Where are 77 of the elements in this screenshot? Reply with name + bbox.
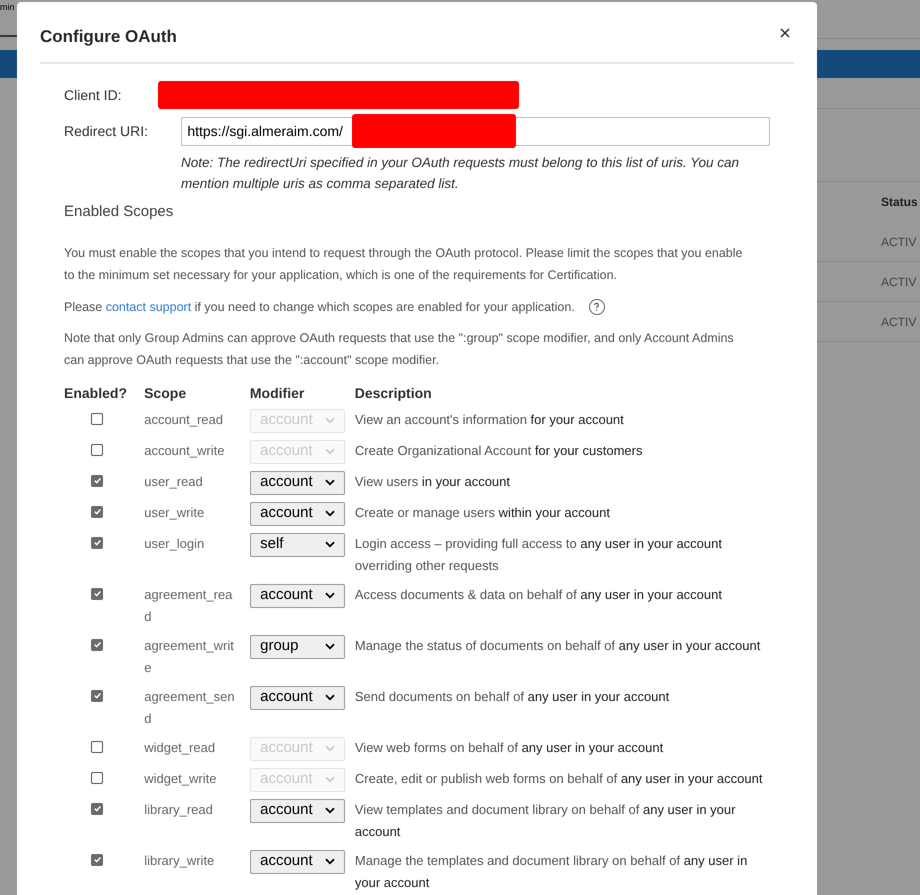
enabled-checkbox[interactable]: [91, 638, 104, 650]
help-icon[interactable]: [588, 298, 605, 314]
scope-name: agreement_send: [144, 688, 236, 728]
scope-description: Login access – providing full access to any user in your account overriding other requests: [354, 534, 723, 575]
redirect-uri-field[interactable]: https://sgi.almeraim.com/: [181, 116, 770, 146]
modifier-dropdown[interactable]: account: [250, 470, 346, 494]
page-tab[interactable]: min: [0, 2, 16, 12]
scope-description: Manage the status of documents on behalf of any user in your account: [354, 636, 762, 655]
modifier-dropdown[interactable]: account: [250, 850, 346, 874]
scope-name: widget_read: [144, 738, 216, 757]
modifier-dropdown[interactable]: account: [250, 798, 346, 822]
section-title: Enabled Scopes: [64, 202, 174, 222]
scope-description: View users in your account: [354, 472, 512, 491]
column-header: Description: [354, 384, 432, 400]
scope-description: Create, edit or publish web forms on behalf of any user in your account: [354, 770, 764, 788]
field-label: Redirect URI:: [64, 122, 150, 140]
chevron-icon: [325, 541, 336, 548]
enabled-checkbox[interactable]: [91, 444, 104, 456]
field-label: Client ID:: [64, 86, 123, 104]
chevron-icon: [325, 643, 336, 650]
chevron-icon: [325, 448, 336, 455]
scope-name: account_write: [144, 442, 226, 460]
chevron-icon: [325, 776, 336, 783]
note-text: Note: The redirectUri specified in your OAuth requests must belong to this list of uris. You can mention multiple uris as comma separated list.: [181, 154, 740, 193]
modifier-dropdown[interactable]: group: [250, 634, 346, 658]
scope-name: user_write: [144, 504, 206, 522]
column-header: Scope: [144, 384, 186, 400]
scope-description: View templates and document library on behalf of any user in your account: [354, 800, 736, 840]
scope-description: View web forms on behalf of any user in your account: [354, 738, 664, 757]
scope-name: user_read: [144, 472, 204, 491]
scope-name: agreement_read: [144, 586, 234, 626]
enabled-checkbox[interactable]: [91, 854, 104, 866]
enabled-checkbox[interactable]: [91, 690, 104, 702]
support-text: Please contact support if you need to change which scopes are enabled for your application.: [64, 298, 575, 316]
enabled-checkbox[interactable]: [91, 506, 104, 518]
chevron-icon: [325, 745, 336, 752]
scope-description: View an account's information for your account: [354, 410, 625, 429]
chevron-icon: [325, 694, 336, 701]
scope-description: Create Organizational Account for your customers: [354, 442, 644, 460]
intro-text: You must enable the scopes that you intend to request through the OAuth protocol. Please limit the scopes that you enable to the minimum set necessary for your application, which is one of the requirements for Certification.: [64, 244, 744, 284]
modifier-dropdown[interactable]: account: [250, 584, 346, 608]
enabled-checkbox[interactable]: [91, 474, 104, 486]
scope-name: widget_write: [144, 770, 218, 788]
chevron-icon: [325, 417, 336, 424]
scope-name: agreement_write: [144, 636, 235, 676]
scope-name: account_read: [144, 410, 224, 429]
table-cell-text: ACTIV: [881, 274, 916, 290]
modifier-dropdown[interactable]: self: [250, 532, 346, 556]
column-header: Status: [881, 194, 918, 211]
column-header: Modifier: [250, 384, 304, 400]
modifier-dropdown[interactable]: account: [250, 686, 346, 710]
chevron-icon: [325, 510, 336, 517]
table-cell-text: ACTIV: [881, 234, 916, 250]
close-icon[interactable]: [778, 26, 792, 40]
chevron-icon: [325, 807, 336, 814]
scope-name: library_read: [144, 800, 214, 819]
scope-description: Create or manage users within your account: [354, 504, 611, 522]
scope-description: Access documents & data on behalf of any user in your account: [354, 586, 723, 604]
chevron-icon: [325, 858, 336, 865]
admin-note-text: Note that only Group Admins can approve OAuth requests that use the ":group" scope modifier, and only Account Admins can approve OAuth requests that use the ":account" scope modifier.: [64, 330, 735, 369]
scope-name: user_login: [144, 534, 206, 553]
scope-description: Manage the templates and document library on behalf of any user in your account: [354, 852, 748, 892]
scope-name: library_write: [144, 852, 216, 870]
scope-description: Send documents on behalf of any user in your account: [354, 688, 670, 706]
dialog-title: Configure OAuth: [40, 26, 177, 48]
chevron-icon: [325, 592, 336, 599]
chevron-icon: [325, 479, 336, 486]
modifier-dropdown[interactable]: account: [250, 502, 346, 526]
enabled-checkbox[interactable]: [91, 588, 104, 600]
enabled-checkbox[interactable]: [91, 536, 104, 548]
enabled-checkbox[interactable]: [91, 802, 104, 814]
enabled-checkbox[interactable]: [91, 772, 104, 784]
column-header: Enabled?: [64, 384, 128, 400]
enabled-checkbox[interactable]: [91, 412, 104, 424]
contact-support-link[interactable]: contact support: [106, 300, 192, 314]
table-cell-text: ACTIV: [881, 314, 916, 330]
enabled-checkbox[interactable]: [91, 740, 104, 752]
